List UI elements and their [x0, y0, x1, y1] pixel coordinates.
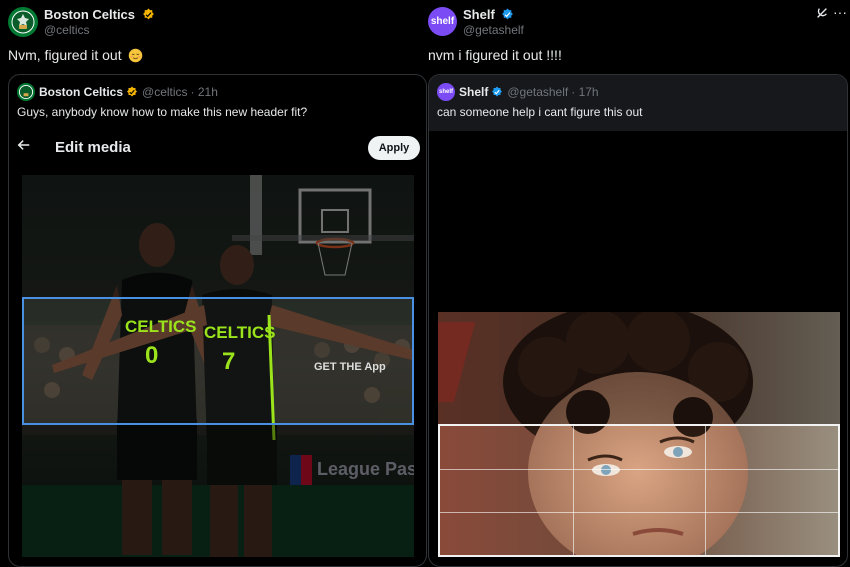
quoted-post[interactable]: Boston Celtics @celtics · 21h Guys, anyb… — [8, 74, 427, 567]
quoted-time: · 17h — [571, 85, 599, 99]
edit-media-bar: Edit media Apply — [9, 130, 426, 166]
quoted-time: · 21h — [190, 85, 218, 99]
crop-frame[interactable] — [438, 424, 840, 557]
author-handle[interactable]: @getashelf — [463, 23, 524, 37]
celtics-logo-icon — [11, 10, 35, 34]
shelf-avatar[interactable]: shelf — [428, 7, 457, 36]
quoted-avatar — [17, 83, 35, 101]
quoted-post[interactable]: shelf Shelf @getashelf · 17h can someone… — [428, 74, 848, 567]
shelf-avatar-text: shelf — [430, 16, 455, 27]
grok-icon[interactable] — [815, 6, 829, 25]
quoted-text: Guys, anybody know how to make this new … — [17, 105, 308, 119]
arrow-left-icon[interactable] — [17, 138, 31, 157]
post-text: nvm i figured it out !!!! — [428, 47, 562, 63]
crop-frame[interactable] — [22, 297, 414, 425]
quoted-author-name: Boston Celtics — [39, 85, 124, 99]
quoted-header: Boston Celtics @celtics · 21h — [17, 83, 218, 101]
author-handle[interactable]: @celtics — [44, 23, 90, 37]
left-post: Boston Celtics @celtics Nvm, figured it … — [0, 0, 428, 567]
edit-media-title: Edit media — [55, 139, 131, 156]
quoted-author-handle: @celtics — [142, 85, 188, 99]
celtics-logo-icon — [18, 84, 34, 100]
verified-badge-icon — [492, 86, 503, 97]
quoted-author-handle: @getashelf — [507, 85, 569, 99]
quoted-avatar: shelf — [437, 83, 455, 101]
author-name[interactable]: Shelf — [463, 7, 514, 22]
author-name[interactable]: Boston Celtics — [44, 7, 155, 22]
apply-button[interactable]: Apply — [368, 136, 420, 160]
more-options-icon[interactable]: ··· — [833, 4, 847, 20]
verified-badge-icon — [142, 8, 154, 20]
quoted-author-name: Shelf — [459, 85, 489, 99]
verified-badge-icon — [502, 8, 514, 20]
right-post: ·· shelf Shelf @getashelf ··· nvm i figu… — [428, 0, 850, 567]
quoted-header: shelf Shelf @getashelf · 17h — [437, 83, 599, 101]
celtics-avatar[interactable] — [8, 7, 38, 37]
post-text: Nvm, figured it out — [8, 47, 143, 63]
relieved-face-emoji-icon — [128, 48, 142, 63]
verified-badge-icon — [127, 86, 138, 97]
quoted-text: can someone help i cant figure this out — [437, 105, 643, 119]
